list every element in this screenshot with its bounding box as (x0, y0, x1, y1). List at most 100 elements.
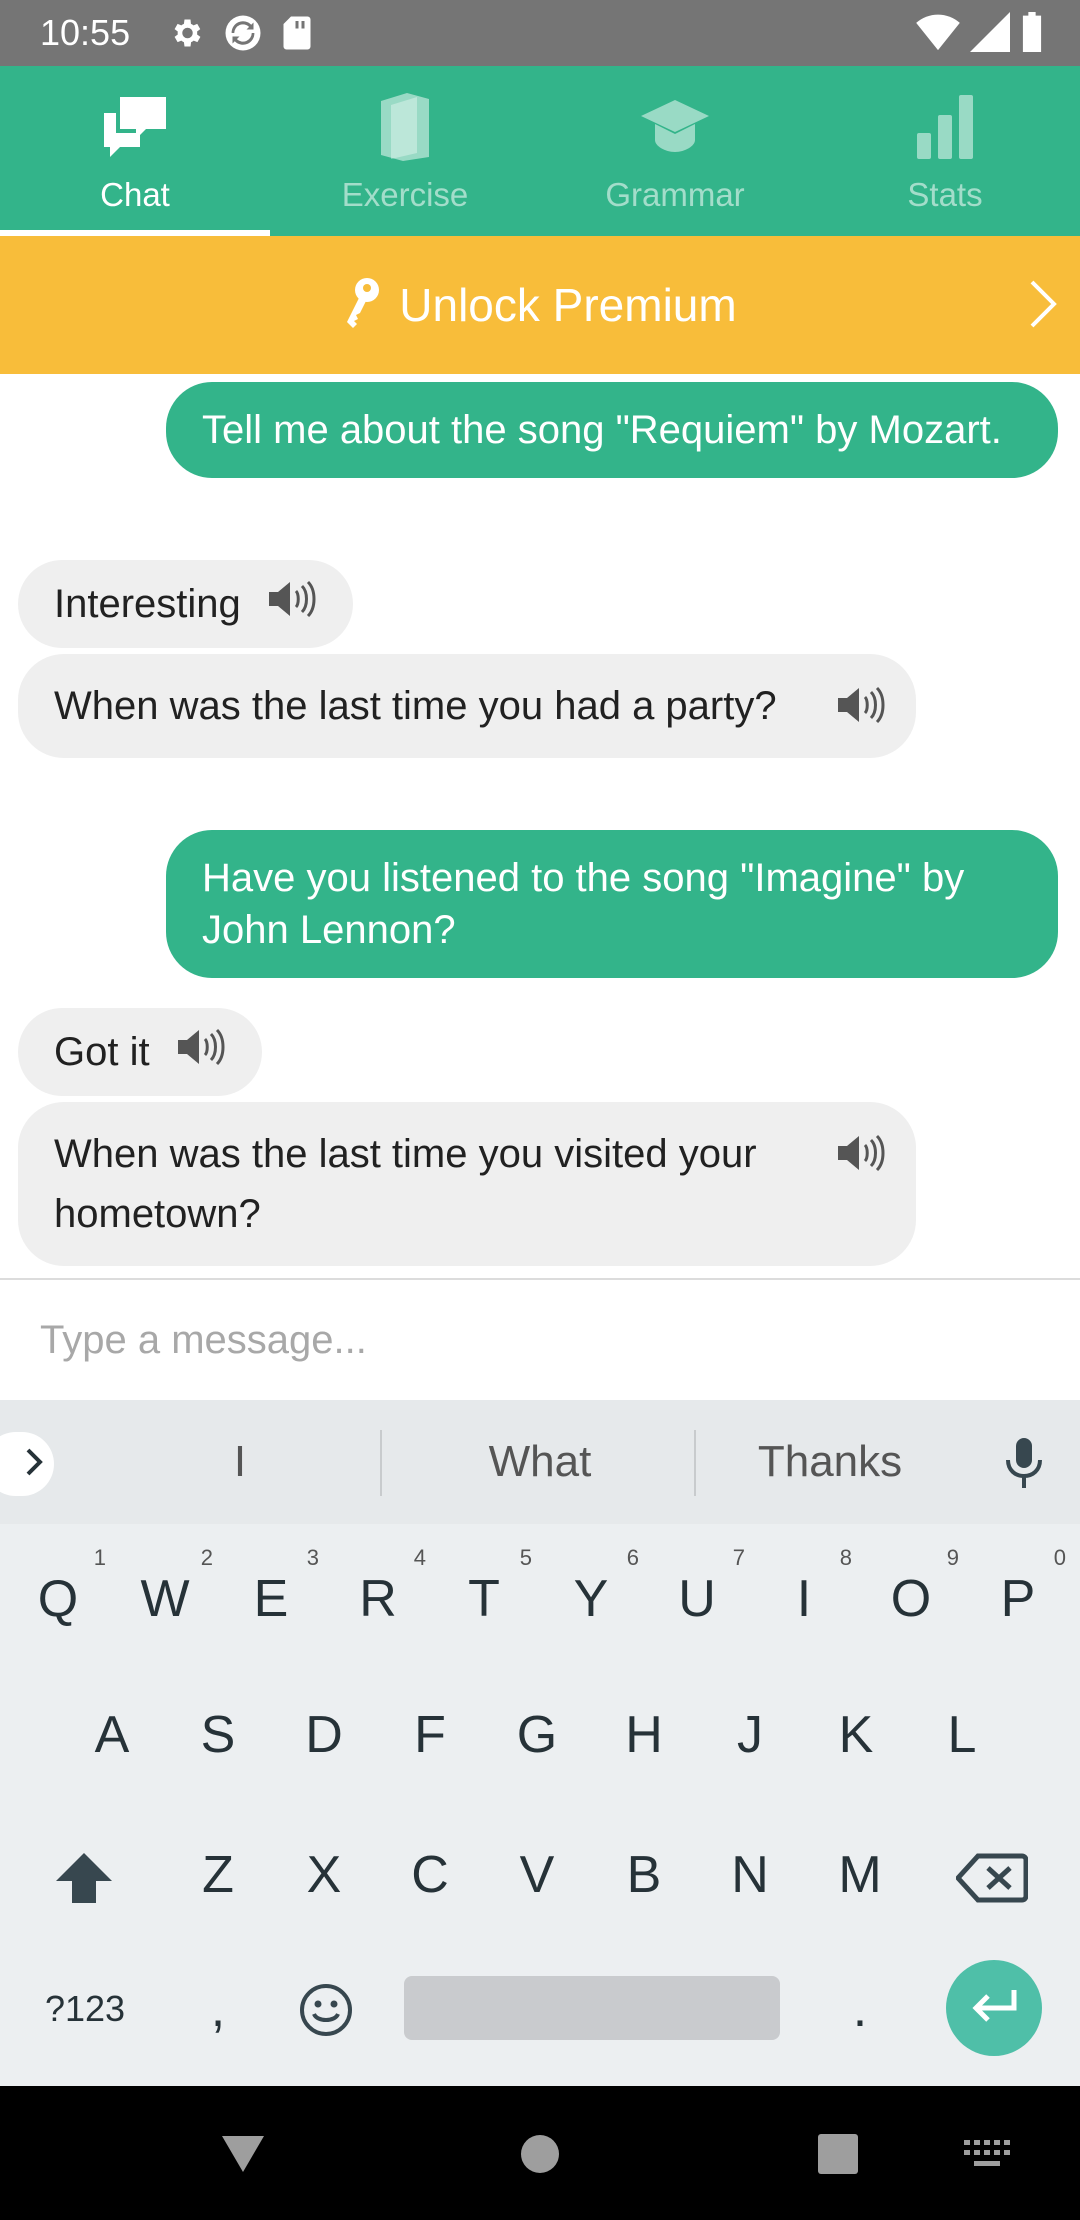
tab-label: Exercise (341, 176, 469, 213)
key-label: Q (37, 1570, 79, 1628)
settings-icon (168, 15, 204, 56)
tab-bar: Chat Exercise Grammar Stats (0, 66, 1080, 236)
chat-icon (100, 86, 170, 166)
key-w[interactable]: W2 (129, 1546, 213, 1634)
key-hint: 8 (839, 1545, 852, 1570)
speaker-icon[interactable] (267, 579, 317, 629)
suggestion-1[interactable]: I (90, 1430, 390, 1494)
emoji-key[interactable] (294, 1972, 358, 2042)
emoji-icon (298, 1978, 354, 2037)
key-d[interactable]: D (288, 1700, 360, 1770)
key-i[interactable]: I8 (768, 1546, 852, 1634)
tab-label: Chat (100, 176, 170, 213)
key-hint: 0 (1053, 1545, 1066, 1570)
divider (694, 1430, 696, 1496)
shift-key[interactable] (44, 1840, 124, 1910)
comma-key[interactable]: , (198, 1974, 238, 2044)
home-icon[interactable] (520, 2134, 560, 2179)
key-j[interactable]: J (714, 1700, 786, 1770)
tab-grammar[interactable]: Grammar (540, 66, 810, 236)
battery-icon (1020, 12, 1044, 57)
key-hint: 3 (306, 1545, 319, 1570)
unlock-premium-banner[interactable]: Unlock Premium (0, 236, 1080, 374)
bar-chart-icon (915, 86, 975, 166)
keyboard-expand-button[interactable] (0, 1432, 54, 1496)
divider (380, 1430, 382, 1496)
chevron-right-icon (1028, 278, 1058, 335)
bot-message: When was the last time you visited your … (18, 1102, 916, 1266)
keyboard: I What Thanks Q1 W2 E3 R4 T5 Y6 U7 I8 O9… (0, 1400, 1080, 2086)
key-s[interactable]: S (182, 1700, 254, 1770)
message-text: Interesting (54, 581, 241, 626)
backspace-icon (954, 1846, 1029, 1904)
speaker-icon[interactable] (836, 1130, 886, 1190)
key-label: R (359, 1570, 397, 1628)
speaker-icon[interactable] (176, 1027, 226, 1077)
user-message: Tell me about the song "Requiem" by Moza… (166, 382, 1058, 478)
period-key[interactable]: . (840, 1974, 880, 2044)
chat-area[interactable]: Tell me about the song "Requiem" by Moza… (0, 374, 1080, 1278)
key-m[interactable]: M (820, 1840, 900, 1910)
key-u[interactable]: U7 (661, 1546, 745, 1634)
key-hint: 2 (200, 1545, 213, 1570)
key-q[interactable]: Q1 (22, 1546, 106, 1634)
speaker-icon[interactable] (836, 682, 886, 742)
key-label: O (890, 1570, 932, 1628)
tab-label: Stats (907, 176, 983, 213)
backspace-key[interactable] (950, 1840, 1034, 1910)
key-r[interactable]: R4 (342, 1546, 426, 1634)
signal-icon (970, 12, 1010, 57)
bot-message: Got it (18, 1008, 262, 1096)
key-label: I (796, 1570, 812, 1628)
suggestion-3[interactable]: Thanks (700, 1430, 960, 1494)
navigation-bar (0, 2086, 1080, 2220)
tab-exercise[interactable]: Exercise (270, 66, 540, 236)
keyboard-switch-icon[interactable] (964, 2140, 1010, 2173)
book-icon (377, 86, 433, 166)
shift-icon (54, 1846, 114, 1904)
tab-label: Grammar (605, 176, 745, 213)
graduation-cap-icon (639, 86, 711, 166)
key-hint: 7 (732, 1545, 745, 1570)
key-h[interactable]: H (608, 1700, 680, 1770)
symbols-key[interactable]: ?123 (30, 1974, 140, 2044)
wifi-icon (916, 12, 960, 57)
microphone-icon[interactable] (1000, 1436, 1048, 1497)
key-p[interactable]: P0 (982, 1546, 1066, 1634)
key-e[interactable]: E3 (235, 1546, 319, 1634)
key-l[interactable]: L (926, 1700, 998, 1770)
key-f[interactable]: F (394, 1700, 466, 1770)
key-g[interactable]: G (501, 1700, 573, 1770)
key-icon (343, 276, 383, 335)
enter-key[interactable] (946, 1960, 1042, 2056)
message-input-bar (0, 1278, 1080, 1400)
key-o[interactable]: O9 (875, 1546, 959, 1634)
key-a[interactable]: A (76, 1700, 148, 1770)
user-message: Have you listened to the song "Imagine" … (166, 830, 1058, 978)
key-hint: 4 (413, 1545, 426, 1570)
message-input[interactable] (40, 1302, 1040, 1378)
sd-card-icon (282, 15, 312, 56)
key-label: E (253, 1570, 289, 1628)
space-bar[interactable] (404, 1976, 780, 2040)
key-hint: 9 (946, 1545, 959, 1570)
tab-stats[interactable]: Stats (810, 66, 1080, 236)
key-t[interactable]: T5 (448, 1546, 532, 1634)
key-b[interactable]: B (608, 1840, 680, 1910)
key-n[interactable]: N (714, 1840, 786, 1910)
key-c[interactable]: C (394, 1840, 466, 1910)
recents-icon[interactable] (818, 2134, 858, 2179)
key-x[interactable]: X (288, 1840, 360, 1910)
key-y[interactable]: Y6 (555, 1546, 639, 1634)
back-icon[interactable] (218, 2132, 268, 2181)
key-hint: 5 (519, 1545, 532, 1570)
suggestion-2[interactable]: What (390, 1430, 690, 1494)
key-z[interactable]: Z (182, 1840, 254, 1910)
sync-icon (222, 12, 264, 59)
status-time: 10:55 (40, 12, 131, 53)
key-hint: 1 (93, 1545, 106, 1570)
tab-chat[interactable]: Chat (0, 66, 270, 236)
message-text: When was the last time you visited your … (54, 1132, 757, 1236)
key-k[interactable]: K (820, 1700, 892, 1770)
key-v[interactable]: V (501, 1840, 573, 1910)
